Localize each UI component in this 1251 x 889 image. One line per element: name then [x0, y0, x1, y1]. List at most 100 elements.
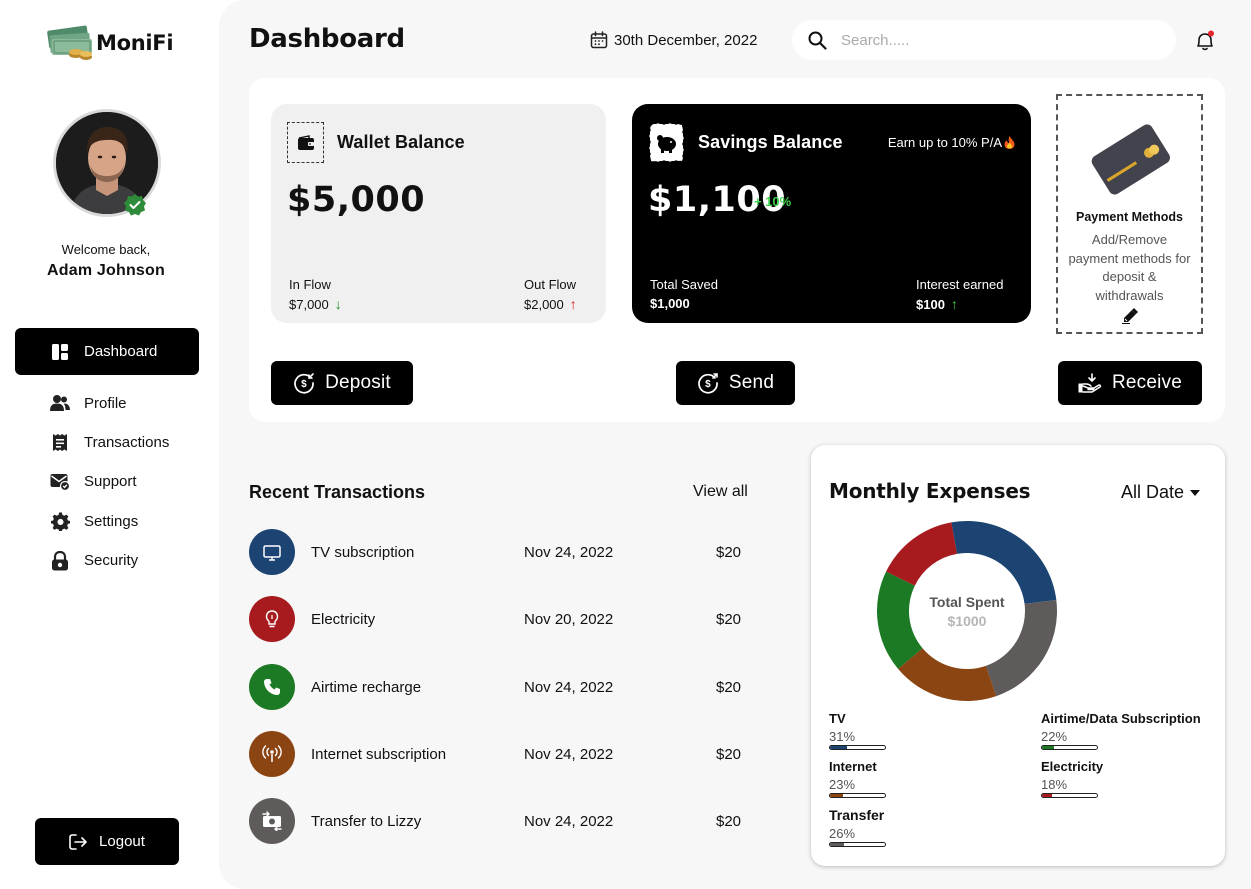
total-spent-label: Total Spent — [929, 594, 1005, 610]
transaction-date: Nov 24, 2022 — [524, 812, 614, 830]
transaction-amount: $20 — [716, 812, 742, 830]
sidebar-item-label: Security — [84, 552, 139, 570]
legend-progress-bar — [1041, 793, 1098, 798]
sidebar: MoniFi Welcome back, Adam Johnson Dashbo… — [0, 0, 219, 889]
money-stack-icon — [46, 24, 98, 62]
deposit-label: Deposit — [325, 372, 391, 393]
deposit-button[interactable]: $ Deposit — [271, 361, 413, 405]
send-label: Send — [728, 372, 775, 393]
earn-rate: Earn up to 10% P/A — [888, 135, 1015, 150]
wallet-balance-card[interactable]: Wallet Balance $5,000 In Flow $7,000 ↓ Ou… — [271, 104, 606, 323]
transaction-row[interactable]: Electricity Nov 20, 2022 $20 — [249, 596, 749, 642]
legend-label: Electricity — [1041, 759, 1104, 774]
total-saved-label: Total Saved — [650, 277, 718, 292]
outflow-value: $2,000 — [524, 296, 564, 312]
recent-transactions-title: Recent Transactions — [249, 482, 426, 502]
legend-label: TV — [829, 711, 846, 726]
legend-item-transfer: Transfer 26% — [829, 807, 886, 847]
transaction-row[interactable]: Transfer to Lizzy Nov 24, 2022 $20 — [249, 798, 749, 844]
search-icon — [808, 31, 827, 50]
transaction-row[interactable]: Internet subscription Nov 24, 2022 $20 — [249, 731, 749, 777]
lock-icon — [50, 550, 70, 571]
users-icon — [50, 393, 70, 413]
monthly-expenses-panel: Monthly Expenses All Date Total Spent $1… — [811, 445, 1225, 866]
notification-bell-icon[interactable] — [1193, 29, 1217, 53]
search-bar[interactable] — [792, 20, 1176, 60]
earn-text: Earn up to 10% P/A — [887, 135, 1002, 150]
logout-icon — [69, 833, 87, 850]
sidebar-item-profile[interactable]: Profile — [15, 383, 199, 423]
donut-slice-transfer[interactable] — [985, 600, 1057, 697]
receive-label: Receive — [1111, 372, 1183, 393]
logout-button[interactable]: Logout — [35, 818, 179, 865]
wallet-title: Wallet Balance — [337, 132, 465, 152]
legend-label: Airtime/Data Subscription — [1041, 711, 1201, 726]
legend-progress-bar — [1041, 745, 1098, 750]
date-filter-dropdown[interactable]: All Date — [1121, 482, 1201, 503]
search-input[interactable] — [841, 31, 1141, 49]
send-button[interactable]: $ Send — [676, 361, 795, 405]
arrow-up-icon: ↑ — [950, 296, 958, 312]
sidebar-item-support[interactable]: Support — [15, 462, 199, 502]
transaction-date: Nov 24, 2022 — [524, 543, 614, 561]
transaction-amount: $20 — [716, 610, 742, 628]
view-all-link[interactable]: View all — [693, 483, 748, 501]
transaction-name: Transfer to Lizzy — [311, 812, 422, 830]
legend-percent: 18% — [1041, 777, 1068, 792]
arrow-up-icon: ↑ — [569, 296, 577, 312]
legend-percent: 31% — [829, 729, 856, 744]
sidebar-item-transactions[interactable]: Transactions — [15, 422, 199, 462]
wallet-icon — [287, 122, 324, 163]
inflow-value: $7,000 — [289, 296, 329, 312]
svg-text:$: $ — [705, 379, 711, 390]
sidebar-item-security[interactable]: Security — [15, 541, 199, 581]
dashboard-icon — [50, 342, 70, 362]
savings-balance-card[interactable]: Savings Balance Earn up to 10% P/A $1,10… — [632, 104, 1031, 323]
tv-icon — [249, 529, 295, 575]
payment-methods-card[interactable]: Payment Methods Add/Remove payment metho… — [1056, 94, 1203, 334]
receive-button[interactable]: Receive — [1058, 361, 1202, 405]
legend-label: Transfer — [829, 807, 885, 823]
page-title: Dashboard — [249, 24, 405, 54]
credit-card-icon — [1086, 118, 1174, 207]
transaction-row[interactable]: TV subscription Nov 24, 2022 $20 — [249, 529, 749, 575]
edit-pen-icon[interactable] — [1122, 308, 1138, 329]
transaction-name: Airtime recharge — [311, 678, 422, 696]
transaction-name: Internet subscription — [311, 745, 447, 763]
legend-item-internet: Internet 23% — [829, 759, 886, 798]
transaction-name: Electricity — [311, 610, 376, 628]
receive-hand-icon — [1078, 373, 1102, 393]
payment-methods-title: Payment Methods — [1076, 210, 1183, 224]
transaction-date: Nov 24, 2022 — [524, 745, 614, 763]
verified-badge-icon — [123, 193, 147, 217]
interest-value: $100 — [916, 296, 945, 312]
inflow: In Flow $7,000 ↓ — [289, 277, 342, 312]
transaction-amount: $20 — [716, 543, 742, 561]
app-logo[interactable]: MoniFi — [46, 24, 174, 62]
caret-down-icon — [1190, 489, 1201, 496]
sidebar-item-label: Transactions — [84, 433, 170, 451]
sidebar-item-label: Support — [84, 473, 137, 491]
receipt-icon — [50, 432, 70, 452]
donut-slice-tv[interactable] — [951, 521, 1057, 604]
logout-label: Logout — [99, 833, 145, 850]
date-display[interactable]: 30th December, 2022 — [590, 31, 757, 49]
sidebar-item-settings[interactable]: Settings — [15, 501, 199, 541]
transaction-row[interactable]: Airtime recharge Nov 24, 2022 $20 — [249, 664, 749, 710]
bulb-icon — [249, 596, 295, 642]
sidebar-nav: Dashboard Profile Transactions Support S… — [15, 328, 199, 580]
total-spent-value: $1000 — [948, 613, 987, 629]
sidebar-item-dashboard[interactable]: Dashboard — [15, 328, 199, 375]
donut-slice-electricity[interactable] — [886, 522, 957, 586]
legend-item-electricity: Electricity 18% — [1041, 759, 1103, 798]
user-avatar[interactable] — [53, 109, 161, 217]
user-name: Adam Johnson — [47, 262, 165, 279]
sidebar-item-label: Dashboard — [84, 343, 158, 360]
date-filter-value: All Date — [1121, 482, 1185, 502]
svg-text:$: $ — [301, 379, 307, 390]
legend-percent: 26% — [829, 826, 856, 841]
savings-growth: + 10% — [754, 194, 792, 209]
legend-percent: 23% — [829, 777, 856, 792]
savings-title: Savings Balance — [698, 132, 843, 152]
arrow-down-icon: ↓ — [334, 296, 342, 312]
